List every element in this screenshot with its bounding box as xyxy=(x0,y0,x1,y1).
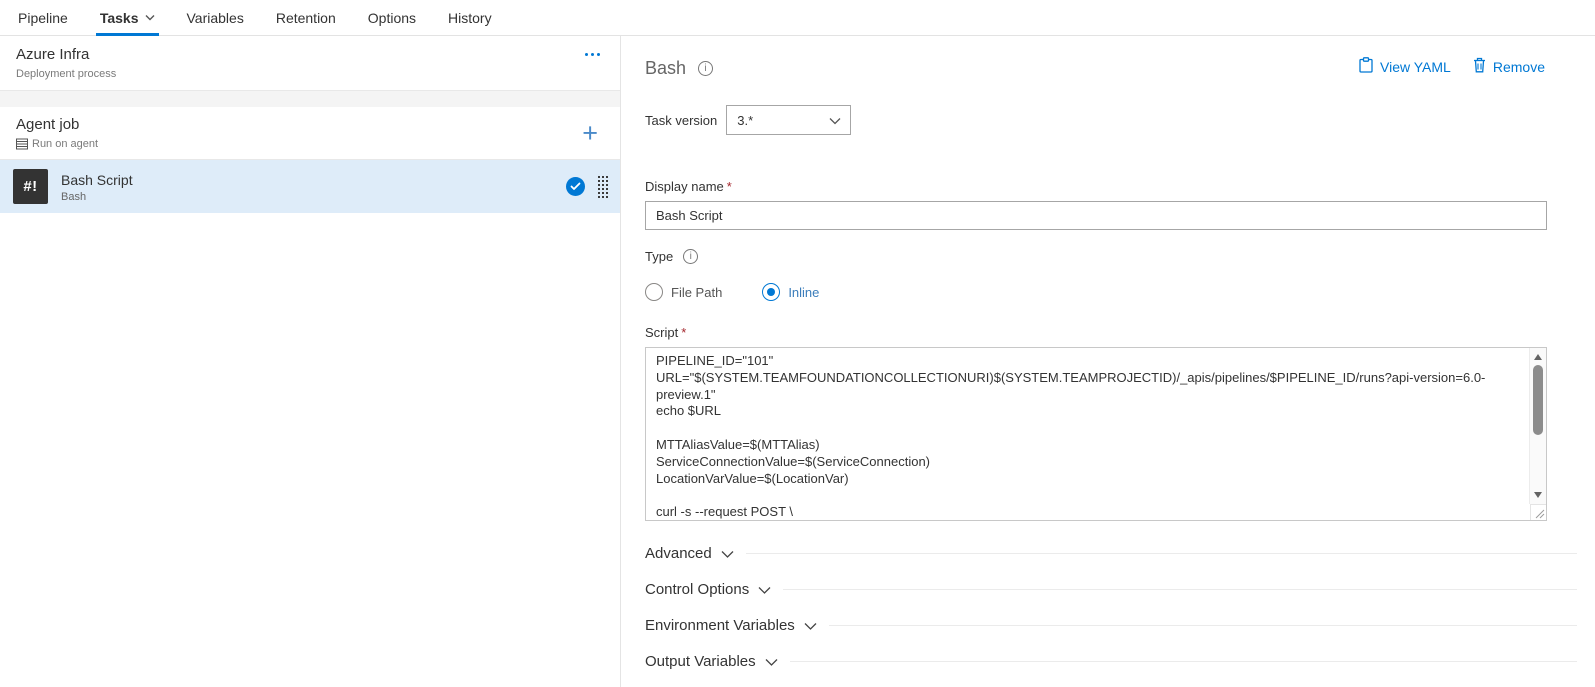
script-scrollbar[interactable] xyxy=(1529,348,1546,504)
script-content[interactable]: PIPELINE_ID="101" URL="$(SYSTEM.TEAMFOUN… xyxy=(646,348,1528,520)
chevron-down-icon xyxy=(765,658,778,667)
task-row-bash-script[interactable]: #! Bash Script Bash xyxy=(0,160,620,213)
process-more-button[interactable] xyxy=(581,45,604,64)
scroll-down-arrow-icon[interactable] xyxy=(1534,492,1542,498)
required-asterisk: * xyxy=(727,179,732,194)
task-detail-panel: View YAML Remove Bash i Task version 3.* xyxy=(621,36,1595,687)
type-info-icon[interactable]: i xyxy=(683,249,698,264)
task-version-select[interactable]: 3.* xyxy=(726,105,851,135)
info-icon[interactable]: i xyxy=(698,61,713,76)
tab-history[interactable]: History xyxy=(444,0,496,35)
section-control-options[interactable]: Control Options xyxy=(645,571,1577,607)
collapsible-sections: Advanced Control Options Environment Var… xyxy=(645,535,1577,679)
section-divider xyxy=(783,589,1577,590)
section-output-variables-label: Output Variables xyxy=(645,653,756,670)
scrollbar-thumb[interactable] xyxy=(1533,365,1543,435)
tab-variables-label: Variables xyxy=(187,10,244,26)
task-version-value: 3.* xyxy=(737,113,753,128)
chevron-down-icon xyxy=(758,586,771,595)
chevron-down-icon xyxy=(804,622,817,631)
agent-queue-icon xyxy=(16,138,28,150)
scroll-up-arrow-icon[interactable] xyxy=(1534,354,1542,360)
agent-job-subtitle-row: Run on agent xyxy=(16,138,98,150)
remove-label: Remove xyxy=(1493,59,1545,75)
process-title: Azure Infra xyxy=(16,45,116,65)
pipeline-tab-bar: Pipeline Tasks Variables Retention Optio… xyxy=(0,0,1595,36)
tab-retention[interactable]: Retention xyxy=(272,0,340,35)
remove-task-button[interactable]: Remove xyxy=(1473,57,1545,76)
display-name-input[interactable] xyxy=(645,201,1547,230)
add-task-button[interactable]: + xyxy=(576,121,604,145)
section-environment-variables-label: Environment Variables xyxy=(645,617,795,634)
view-yaml-button[interactable]: View YAML xyxy=(1359,57,1451,76)
section-environment-variables[interactable]: Environment Variables xyxy=(645,607,1577,643)
radio-file-path-circle xyxy=(645,283,663,301)
tab-options[interactable]: Options xyxy=(364,0,420,35)
tab-retention-label: Retention xyxy=(276,10,336,26)
process-subtitle: Deployment process xyxy=(16,68,116,80)
tab-options-label: Options xyxy=(368,10,416,26)
process-header[interactable]: Azure Infra Deployment process xyxy=(0,36,620,91)
display-name-label-row: Display name* xyxy=(645,179,1577,194)
tab-history-label: History xyxy=(448,10,492,26)
radio-inline[interactable]: Inline xyxy=(762,283,819,301)
chevron-down-icon xyxy=(829,113,841,128)
tab-tasks-label: Tasks xyxy=(100,10,139,26)
section-divider xyxy=(790,661,1577,662)
textarea-resize-grip[interactable] xyxy=(1530,504,1546,520)
process-panel: Azure Infra Deployment process Agent job… xyxy=(0,36,621,687)
bash-task-icon: #! xyxy=(13,169,48,204)
tab-pipeline-label: Pipeline xyxy=(18,10,68,26)
type-radio-group: File Path Inline xyxy=(645,283,1577,301)
section-divider xyxy=(746,553,1577,554)
agent-job-text: Agent job Run on agent xyxy=(16,115,98,150)
task-actions: View YAML Remove xyxy=(1359,57,1545,76)
task-type-title: Bash xyxy=(645,58,686,79)
radio-file-path[interactable]: File Path xyxy=(645,283,722,301)
required-asterisk: * xyxy=(681,325,686,340)
editor-content: Azure Infra Deployment process Agent job… xyxy=(0,36,1595,687)
clipboard-icon xyxy=(1359,57,1373,76)
type-label: Type xyxy=(645,249,673,264)
trash-icon xyxy=(1473,57,1486,76)
tab-tasks[interactable]: Tasks xyxy=(96,0,159,35)
process-panel-empty-area xyxy=(0,213,620,687)
process-header-text: Azure Infra Deployment process xyxy=(16,45,116,80)
task-row-subtitle: Bash xyxy=(61,191,566,203)
task-drag-handle[interactable] xyxy=(596,172,610,202)
type-label-row: Type i xyxy=(645,249,1577,264)
section-advanced[interactable]: Advanced xyxy=(645,535,1577,571)
display-name-label: Display name* xyxy=(645,179,732,194)
section-control-options-label: Control Options xyxy=(645,581,749,598)
agent-job-subtitle: Run on agent xyxy=(32,138,98,150)
task-version-label: Task version xyxy=(645,113,717,128)
chevron-down-icon xyxy=(721,550,734,559)
tab-pipeline[interactable]: Pipeline xyxy=(14,0,72,35)
chevron-down-icon xyxy=(145,14,155,21)
agent-job-header[interactable]: Agent job Run on agent + xyxy=(0,107,620,160)
section-divider xyxy=(829,625,1577,626)
task-row-text: Bash Script Bash xyxy=(61,171,566,203)
panel-gap xyxy=(0,91,620,107)
pipeline-editor-app: Pipeline Tasks Variables Retention Optio… xyxy=(0,0,1595,687)
script-textarea[interactable]: PIPELINE_ID="101" URL="$(SYSTEM.TEAMFOUN… xyxy=(645,347,1547,521)
section-advanced-label: Advanced xyxy=(645,545,712,562)
task-version-row: Task version 3.* xyxy=(645,105,1577,135)
section-output-variables[interactable]: Output Variables xyxy=(645,643,1577,679)
script-label: Script* xyxy=(645,325,686,340)
tab-variables[interactable]: Variables xyxy=(183,0,248,35)
script-label-row: Script* xyxy=(645,325,1577,340)
task-selected-check-icon xyxy=(566,177,585,196)
radio-inline-label: Inline xyxy=(788,285,819,300)
radio-inline-circle xyxy=(762,283,780,301)
active-tab-indicator xyxy=(96,33,159,36)
radio-file-path-label: File Path xyxy=(671,285,722,300)
view-yaml-label: View YAML xyxy=(1380,59,1451,75)
agent-job-title: Agent job xyxy=(16,115,98,135)
task-row-title: Bash Script xyxy=(61,171,566,189)
